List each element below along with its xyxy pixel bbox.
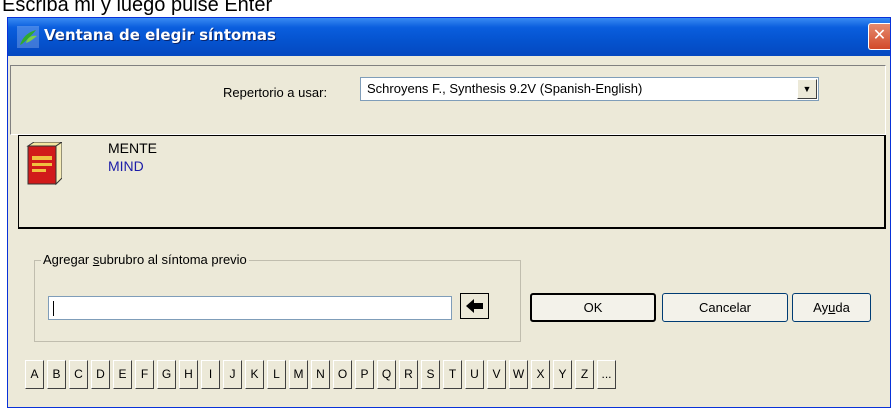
letter-button-n[interactable]: N: [311, 360, 330, 389]
rubric-english: MIND: [108, 158, 144, 174]
repertory-panel: Repertorio a usar: Schroyens F., Synthes…: [10, 65, 886, 135]
repertory-dropdown[interactable]: Schroyens F., Synthesis 9.2V (Spanish-En…: [360, 77, 819, 101]
letter-button-f[interactable]: F: [135, 360, 154, 389]
letter-button-p[interactable]: P: [355, 360, 374, 389]
subrubric-legend-post: ubrubro al síntoma previo: [99, 252, 247, 267]
letter-button-r[interactable]: R: [399, 360, 418, 389]
subrubric-input[interactable]: [48, 296, 452, 320]
letter-button-s[interactable]: S: [421, 360, 440, 389]
letter-button-a[interactable]: A: [25, 360, 44, 389]
rubric-spanish: MENTE: [108, 140, 157, 156]
app-leaf-icon: [17, 26, 39, 48]
instruction-text: Escriba mi y luego pulse Enter: [2, 0, 273, 16]
repertory-label: Repertorio a usar:: [223, 85, 328, 100]
letter-button-b[interactable]: B: [47, 360, 66, 389]
letter-button-g[interactable]: G: [157, 360, 176, 389]
letter-button-j[interactable]: J: [223, 360, 242, 389]
letter-button-y[interactable]: Y: [553, 360, 572, 389]
letter-button-o[interactable]: O: [333, 360, 352, 389]
letter-button-d[interactable]: D: [91, 360, 110, 389]
ok-button[interactable]: OK: [530, 293, 656, 322]
subrubric-legend-pre: Agregar: [43, 252, 93, 267]
letter-button-e[interactable]: E: [113, 360, 132, 389]
letter-button-more[interactable]: ...: [597, 360, 616, 389]
letter-button-v[interactable]: V: [487, 360, 506, 389]
rubric-panel: MENTE MIND: [18, 135, 886, 229]
subrubric-legend: Agregar subrubro al síntoma previo: [41, 252, 249, 267]
chevron-down-icon[interactable]: ▼: [797, 79, 817, 99]
back-button[interactable]: [460, 293, 489, 319]
letter-button-w[interactable]: W: [509, 360, 528, 389]
help-label-pre: Ay: [813, 300, 829, 315]
letter-button-k[interactable]: K: [245, 360, 264, 389]
letter-button-u[interactable]: U: [465, 360, 484, 389]
letter-button-i[interactable]: I: [201, 360, 220, 389]
text-caret: [53, 301, 54, 316]
letter-button-z[interactable]: Z: [575, 360, 594, 389]
letter-button-h[interactable]: H: [179, 360, 198, 389]
letter-button-m[interactable]: M: [289, 360, 308, 389]
repertory-selected-value: Schroyens F., Synthesis 9.2V (Spanish-En…: [367, 81, 643, 96]
book-icon: [26, 142, 62, 186]
letter-button-x[interactable]: X: [531, 360, 550, 389]
letter-button-l[interactable]: L: [267, 360, 286, 389]
title-bar[interactable]: Ventana de elegir síntomas ✕: [8, 18, 890, 56]
letter-button-t[interactable]: T: [443, 360, 462, 389]
help-label-post: da: [835, 300, 850, 315]
letter-button-q[interactable]: Q: [377, 360, 396, 389]
window-title: Ventana de elegir síntomas: [44, 26, 276, 44]
close-button[interactable]: ✕: [868, 23, 890, 50]
symptom-chooser-window: Ventana de elegir síntomas ✕ Repertorio …: [7, 17, 891, 408]
letter-button-c[interactable]: C: [69, 360, 88, 389]
cancel-button[interactable]: Cancelar: [662, 293, 788, 322]
help-button[interactable]: Ayuda: [792, 293, 871, 322]
arrow-left-icon: [465, 299, 483, 313]
